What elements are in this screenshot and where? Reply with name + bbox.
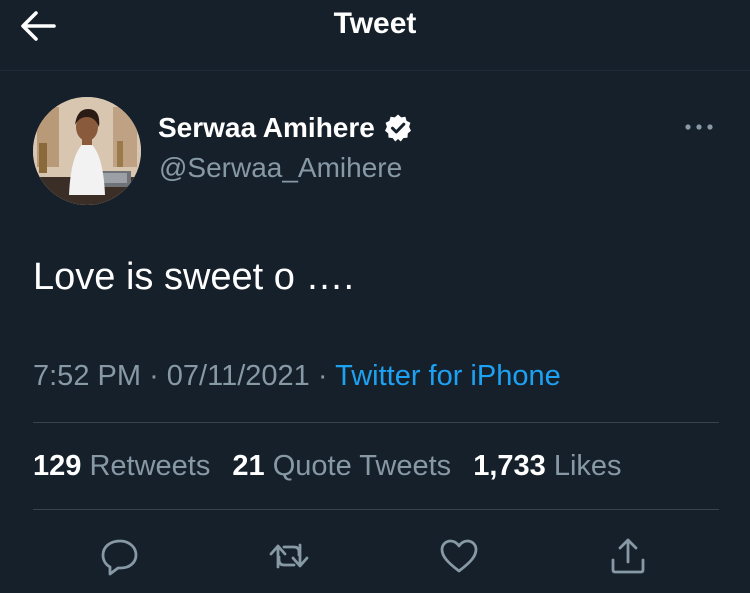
tweet-date[interactable]: 07/11/2021 — [167, 360, 310, 392]
avatar[interactable] — [33, 97, 141, 205]
quote-tweets-label: Quote Tweets — [272, 450, 452, 482]
reply-icon — [101, 539, 138, 576]
top-bar: Tweet — [0, 0, 750, 71]
likes-count: 1,733 — [473, 450, 546, 482]
reply-button[interactable] — [98, 534, 142, 578]
meta-separator: · — [317, 360, 328, 392]
retweets-count: 129 — [33, 450, 82, 482]
page-title: Tweet — [333, 7, 417, 40]
quote-tweets-count: 21 — [232, 450, 265, 482]
retweet-icon — [269, 543, 309, 569]
retweets-stat[interactable]: 129 Retweets — [33, 450, 210, 482]
more-options-button[interactable] — [680, 117, 720, 137]
verified-badge-icon — [383, 113, 413, 143]
tweet-metadata: 7:52 PM · 07/11/2021 · Twitter for iPhon… — [33, 358, 561, 394]
tweet-time[interactable]: 7:52 PM — [33, 360, 141, 392]
share-button[interactable] — [606, 534, 650, 578]
meta-separator: · — [149, 360, 159, 392]
display-name[interactable]: Serwaa Amihere — [158, 111, 375, 145]
user-handle[interactable]: @Serwaa_Amihere — [159, 151, 402, 185]
quote-tweets-stat[interactable]: 21 Quote Tweets — [232, 450, 451, 482]
share-icon — [611, 538, 645, 574]
retweet-button[interactable] — [267, 534, 311, 578]
author-name-row: Serwaa Amihere — [158, 110, 413, 146]
engagement-stats: 129 Retweets 21 Quote Tweets 1,733 Likes — [33, 448, 636, 484]
divider — [33, 422, 719, 423]
divider — [33, 509, 719, 510]
avatar-image — [33, 97, 141, 205]
retweets-label: Retweets — [89, 450, 211, 482]
like-button[interactable] — [437, 534, 481, 578]
tweet-source-link[interactable]: Twitter for iPhone — [335, 360, 561, 392]
likes-label: Likes — [553, 450, 622, 482]
likes-stat[interactable]: 1,733 Likes — [473, 450, 621, 482]
tweet-text: Love is sweet o …. — [33, 256, 355, 298]
more-horizontal-icon — [685, 124, 713, 130]
like-icon — [440, 539, 478, 573]
